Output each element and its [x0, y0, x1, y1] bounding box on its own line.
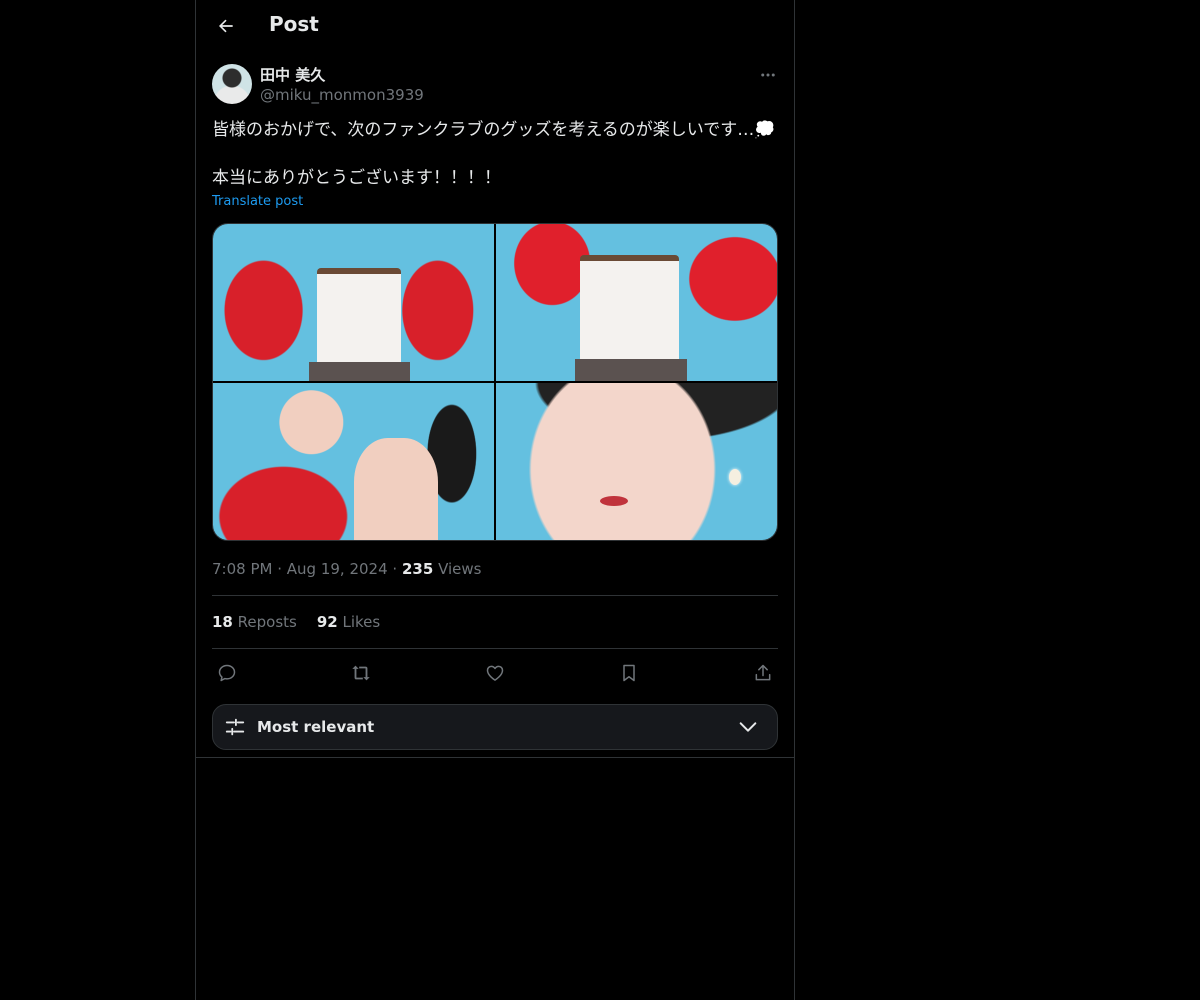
- divider: [196, 757, 794, 758]
- likes-label: Likes: [342, 613, 381, 631]
- post-meta: 7:08 PM · Aug 19, 2024 · 235 Views: [212, 560, 481, 578]
- media-photo-3[interactable]: [213, 383, 494, 540]
- repost-button[interactable]: [346, 660, 376, 686]
- reply-sort-dropdown[interactable]: Most relevant: [212, 704, 778, 750]
- sort-label: Most relevant: [257, 718, 375, 736]
- media-grid: [212, 223, 778, 541]
- likes-stat[interactable]: 92 Likes: [317, 613, 380, 631]
- divider: [212, 595, 778, 596]
- sliders-icon: [223, 715, 247, 739]
- meta-separator: ·: [392, 560, 402, 578]
- top-bar: Post: [196, 0, 794, 54]
- media-photo-4[interactable]: [496, 383, 777, 540]
- more-icon: [761, 73, 775, 77]
- author-name[interactable]: 田中 美久: [260, 64, 325, 85]
- reposts-label: Reposts: [237, 613, 297, 631]
- bookmark-icon: [623, 664, 635, 682]
- share-button[interactable]: [748, 660, 778, 686]
- like-icon: [486, 665, 504, 681]
- translate-post-link[interactable]: Translate post: [212, 194, 303, 209]
- reply-icon: [218, 664, 236, 682]
- views-count: 235: [401, 560, 434, 578]
- share-icon: [755, 664, 771, 681]
- author-handle[interactable]: @miku_monmon3939: [260, 86, 424, 104]
- reply-button[interactable]: [212, 660, 242, 686]
- media-photo-2[interactable]: [496, 224, 777, 381]
- reposts-stat[interactable]: 18 Reposts: [212, 613, 297, 631]
- chevron-down-icon: [737, 716, 759, 738]
- views-label: Views: [438, 560, 482, 578]
- more-options-button[interactable]: [756, 64, 780, 86]
- arrow-left-icon: [219, 19, 233, 33]
- divider: [212, 648, 778, 649]
- post-text-line-1: 皆様のおかげで、次のファンクラブのグッズを考えるのが楽しいです…💭: [212, 120, 776, 140]
- post-stats: 18 Reposts 92 Likes: [212, 613, 380, 631]
- main-column: Post 田中 美久 @miku_monmon3939 皆様のおかげで、次のファ…: [195, 0, 795, 1000]
- post-text: 皆様のおかげで、次のファンクラブのグッズを考えるのが楽しいです…💭 本当にありがと…: [212, 118, 782, 190]
- bookmark-button[interactable]: [614, 660, 644, 686]
- like-button[interactable]: [480, 660, 510, 686]
- repost-icon: [352, 665, 370, 681]
- post-time[interactable]: 7:08 PM: [212, 560, 272, 578]
- back-button[interactable]: [208, 8, 244, 44]
- media-photo-1[interactable]: [213, 224, 494, 381]
- meta-separator: ·: [277, 560, 287, 578]
- post-date[interactable]: Aug 19, 2024: [287, 560, 388, 578]
- reposts-count: 18: [212, 613, 233, 631]
- post-text-line-2: 本当にありがとうございます！！！！: [212, 168, 501, 188]
- action-bar: [212, 660, 778, 686]
- page-title: Post: [269, 12, 319, 36]
- likes-count: 92: [316, 613, 338, 631]
- avatar[interactable]: [212, 64, 252, 104]
